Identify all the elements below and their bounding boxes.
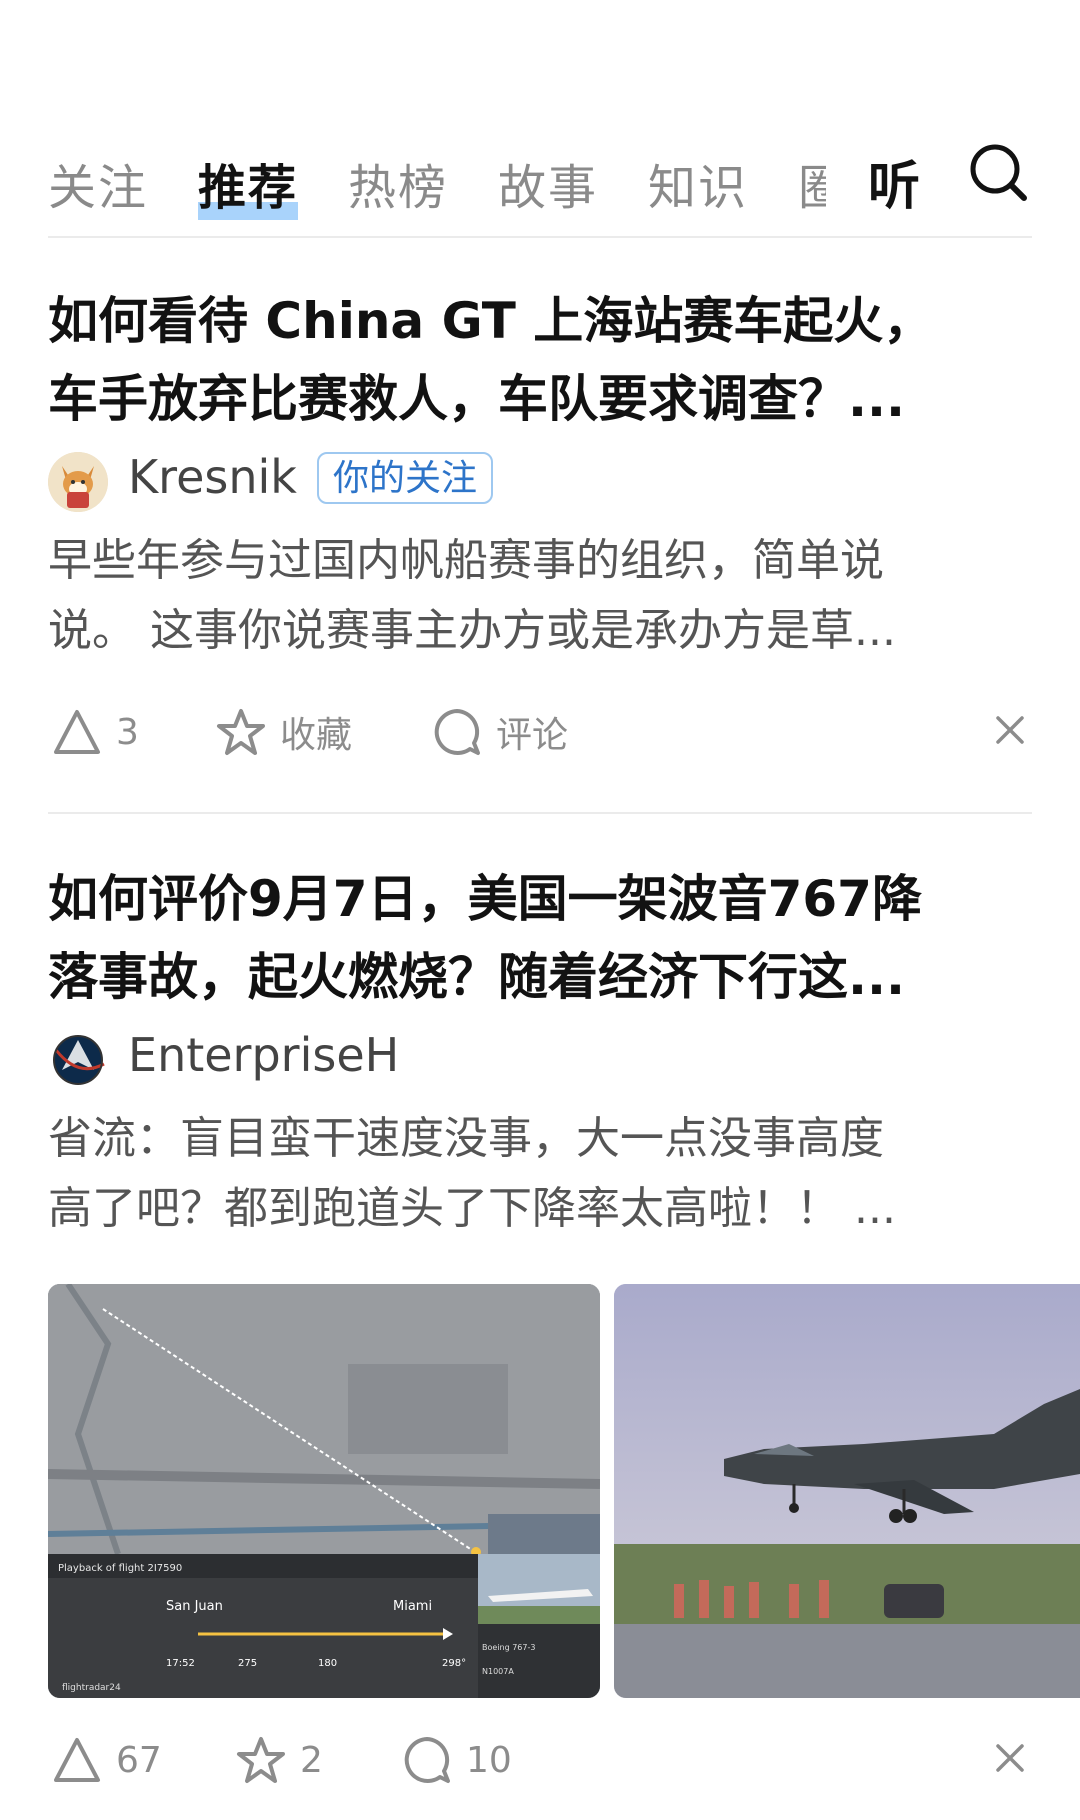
author-row[interactable]: EnterpriseH xyxy=(48,1026,1032,1090)
tab-recommend-label: 推荐 xyxy=(198,160,299,216)
aircraft-registration: N1007A xyxy=(482,1667,514,1676)
action-bar: 3 收藏 评论 xyxy=(48,700,1032,764)
upvote-button[interactable]: 3 xyxy=(52,700,139,764)
favorite-count: 2 xyxy=(300,1739,323,1781)
comment-label: 评论 xyxy=(496,715,569,756)
close-icon[interactable] xyxy=(988,1736,1032,1780)
star-icon xyxy=(217,709,265,755)
star-icon xyxy=(237,1737,285,1783)
jet-landing-photo[interactable] xyxy=(614,1284,1080,1698)
top-tab-bar: 关注 推荐 热榜 故事 知识 圈 听 xyxy=(0,120,1080,230)
tab-knowledge[interactable]: 知识 xyxy=(648,148,748,218)
excerpt-line: 高了吧？都到跑道头了下降率太高啦！！ ... xyxy=(48,1183,896,1234)
aircraft-type: Boeing 767-3 xyxy=(482,1643,535,1652)
title-line: 如何看待 China GT 上海站赛车起火， xyxy=(48,292,934,350)
comment-button[interactable]: 10 xyxy=(402,1728,512,1792)
comment-button[interactable]: 评论 xyxy=(432,700,568,764)
divider xyxy=(48,236,1032,238)
favorite-button[interactable]: 收藏 xyxy=(216,700,352,764)
flight-speed: 180 xyxy=(318,1658,337,1669)
card-excerpt[interactable]: 早些年参与过国内帆船赛事的组织，简单说 说。 这事你说赛事主办方或是承办方是草.… xyxy=(48,526,1032,666)
excerpt-line: 省流：盲目蛮干速度没事，大一点没事高度 xyxy=(48,1113,884,1164)
author-row[interactable]: Kresnik 你的关注 xyxy=(48,448,1032,512)
title-line: 如何评价9月7日，美国一架波音767降 xyxy=(48,870,922,928)
flight-time: 17:52 xyxy=(166,1658,195,1669)
flight-from: San Juan xyxy=(166,1599,223,1614)
author-name[interactable]: EnterpriseH xyxy=(128,1028,399,1082)
image-row: Playback of flight 2I7590 San Juan Miami… xyxy=(48,1284,1080,1698)
tab-recommend[interactable]: 推荐 xyxy=(198,148,299,220)
upvote-icon xyxy=(54,1738,100,1782)
flight-track: 298° xyxy=(442,1658,466,1669)
title-line: 落事故，起火燃烧？随着经济下行这... xyxy=(48,948,905,1006)
comment-icon xyxy=(434,709,480,755)
card-excerpt[interactable]: 省流：盲目蛮干速度没事，大一点没事高度 高了吧？都到跑道头了下降率太高啦！！ .… xyxy=(48,1104,1032,1244)
divider xyxy=(48,812,1032,814)
excerpt-line: 说。 这事你说赛事主办方或是承办方是草... xyxy=(48,605,896,656)
action-bar: 67 2 10 xyxy=(48,1728,1032,1792)
upvote-count: 67 xyxy=(116,1739,162,1781)
flight-to: Miami xyxy=(393,1599,432,1614)
close-icon[interactable] xyxy=(988,708,1032,752)
comment-icon xyxy=(404,1737,450,1783)
upvote-count: 3 xyxy=(116,711,139,753)
title-line: 车手放弃比赛救人，车队要求调查？... xyxy=(48,370,905,428)
listen-button[interactable]: 听 xyxy=(868,144,920,219)
tab-hot-list[interactable]: 热榜 xyxy=(348,148,448,218)
author-name[interactable]: Kresnik xyxy=(128,450,297,504)
card-title[interactable]: 如何评价9月7日，美国一架波音767降 落事故，起火燃烧？随着经济下行这... xyxy=(48,860,1032,1016)
excerpt-line: 早些年参与过国内帆船赛事的组织，简单说 xyxy=(48,535,884,586)
tab-partial[interactable]: 圈 xyxy=(798,148,826,218)
upvote-icon xyxy=(54,710,100,754)
flight-altitude: 275 xyxy=(238,1658,257,1669)
flight-map-image[interactable]: Playback of flight 2I7590 San Juan Miami… xyxy=(48,1284,600,1698)
comment-count: 10 xyxy=(466,1739,512,1781)
favorite-button[interactable]: 2 xyxy=(236,1728,323,1792)
search-icon[interactable] xyxy=(968,142,1028,202)
feed-card[interactable]: 如何评价9月7日，美国一架波音767降 落事故，起火燃烧？随着经济下行这... … xyxy=(48,860,1032,1244)
avatar[interactable] xyxy=(48,452,108,512)
avatar[interactable] xyxy=(48,1030,108,1090)
flight-header-text: Playback of flight 2I7590 xyxy=(58,1563,182,1574)
following-badge: 你的关注 xyxy=(317,452,494,504)
card-title[interactable]: 如何看待 China GT 上海站赛车起火， 车手放弃比赛救人，车队要求调查？.… xyxy=(48,282,1032,438)
upvote-button[interactable]: 67 xyxy=(52,1728,162,1792)
feed-card[interactable]: 如何看待 China GT 上海站赛车起火， 车手放弃比赛救人，车队要求调查？.… xyxy=(48,282,1032,764)
tab-follow[interactable]: 关注 xyxy=(48,148,148,218)
tab-stories[interactable]: 故事 xyxy=(498,148,598,218)
flightradar-logo: flightradar24 xyxy=(62,1683,121,1693)
favorite-label: 收藏 xyxy=(280,715,353,756)
